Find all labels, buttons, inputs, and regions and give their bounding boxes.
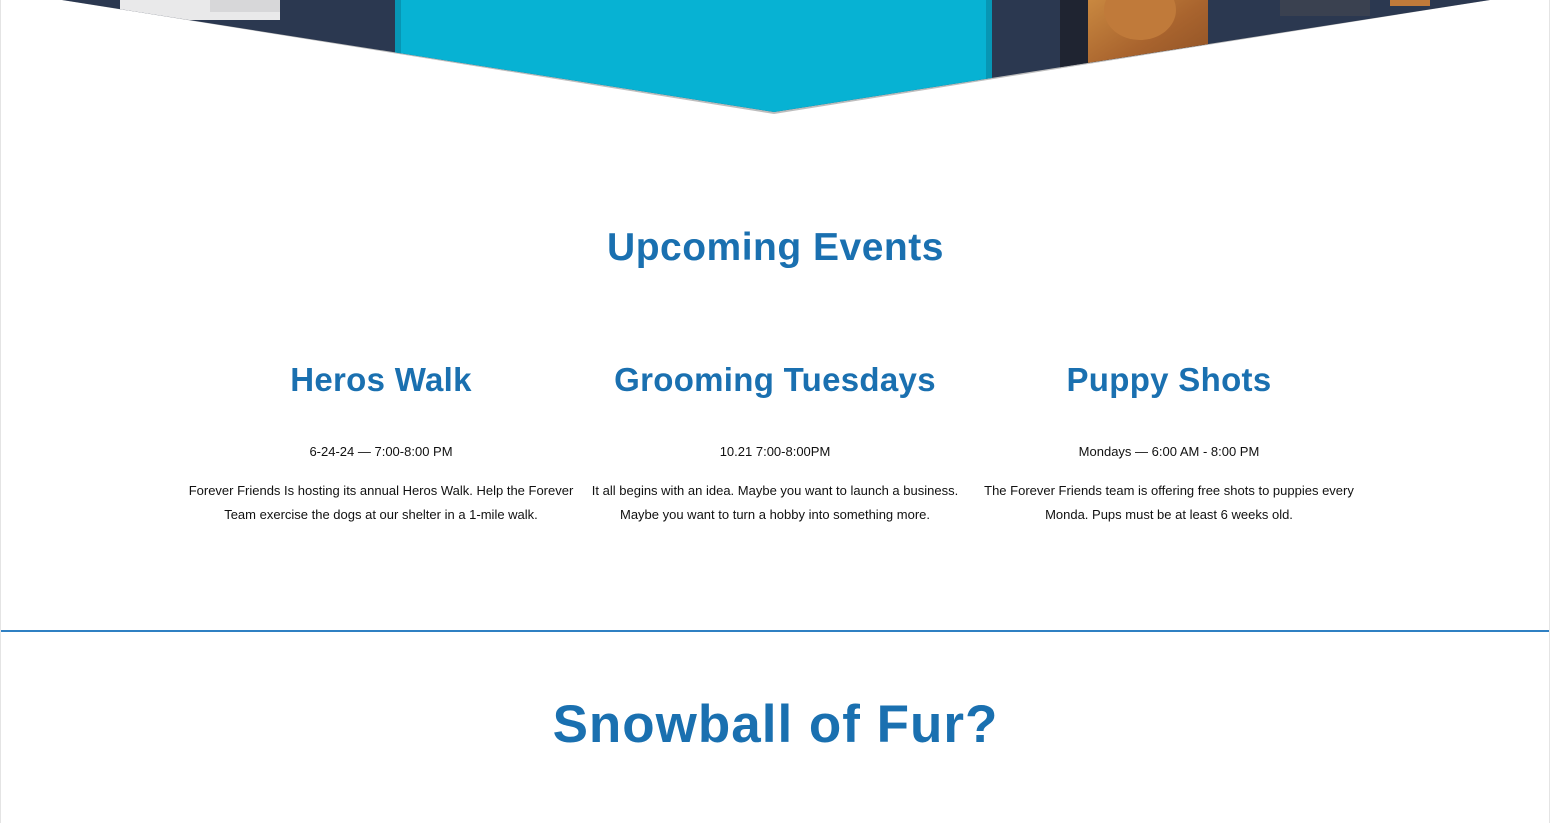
event-card: Grooming Tuesdays 10.21 7:00-8:00PM It a… [575, 357, 975, 527]
upcoming-events-title: Upcoming Events [607, 226, 944, 269]
event-title: Grooming Tuesdays [614, 361, 936, 398]
event-card: Puppy Shots Mondays — 6:00 AM - 8:00 PM … [969, 357, 1369, 527]
event-title: Heros Walk [290, 361, 472, 398]
event-description: Forever Friends Is hosting its annual He… [188, 483, 574, 522]
event-date: Mondays — 6:00 AM - 8:00 PM [1078, 444, 1260, 459]
event-title: Puppy Shots [1066, 361, 1272, 398]
snowball-of-fur-title: Snowball of Fur? [552, 695, 999, 754]
hero-photo [62, 0, 1490, 112]
section-divider [1, 630, 1549, 632]
event-card: Heros Walk 6-24-24 — 7:00-8:00 PM Foreve… [181, 357, 581, 527]
event-date: 6-24-24 — 7:00-8:00 PM [309, 444, 453, 459]
event-date: 10.21 7:00-8:00PM [719, 444, 831, 459]
hero-image-banner [62, 0, 1490, 114]
event-description: The Forever Friends team is offering fre… [984, 483, 1354, 522]
event-description: It all begins with an idea. Maybe you wa… [591, 483, 959, 522]
page: Upcoming Events Heros Walk 6-24-24 — 7:0… [0, 0, 1551, 823]
